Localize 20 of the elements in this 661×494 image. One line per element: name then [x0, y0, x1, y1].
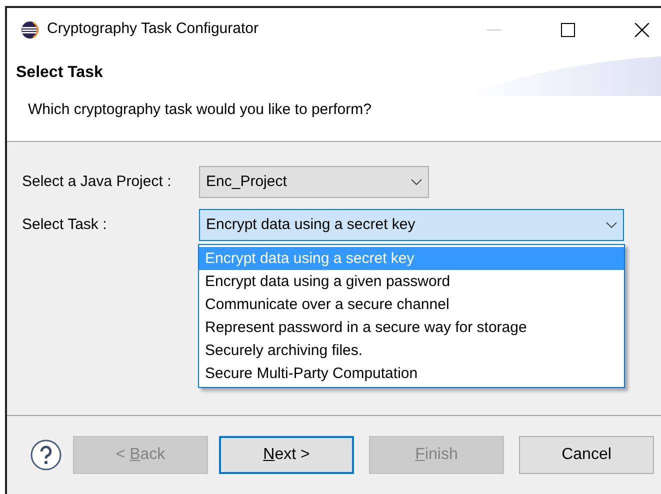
dropdown-field[interactable]: Enc_Project — [199, 166, 429, 198]
dropdown-option[interactable]: Securely archiving files. — [199, 339, 624, 362]
maximize-icon[interactable] — [561, 22, 575, 36]
dropdown-option[interactable]: Communicate over a secure channel — [199, 293, 624, 316]
dropdown-option[interactable]: Encrypt data using a given password — [199, 270, 624, 293]
dialog-button[interactable]: Next > — [219, 436, 354, 474]
chevron-icon — [606, 222, 617, 228]
app-icon — [21, 20, 39, 38]
page-title: Select Task — [16, 63, 104, 82]
help-icon[interactable] — [30, 439, 62, 471]
chevron-icon — [411, 179, 422, 185]
field-label: Select Task : — [22, 214, 108, 235]
close-icon[interactable] — [635, 22, 649, 36]
page-description: Which cryptography task would you like to perform? — [27, 100, 372, 120]
window-title: Cryptography Task Configurator — [47, 19, 260, 40]
dropdown-option[interactable]: Represent password in a secure way for storage — [199, 316, 624, 339]
dropdown-option[interactable]: Secure Multi-Party Computation — [199, 362, 624, 385]
dropdown-field[interactable]: Encrypt data using a secret key — [199, 209, 624, 241]
field-label: Select a Java Project : — [22, 172, 172, 192]
dialog-button[interactable]: Cancel — [519, 436, 654, 474]
